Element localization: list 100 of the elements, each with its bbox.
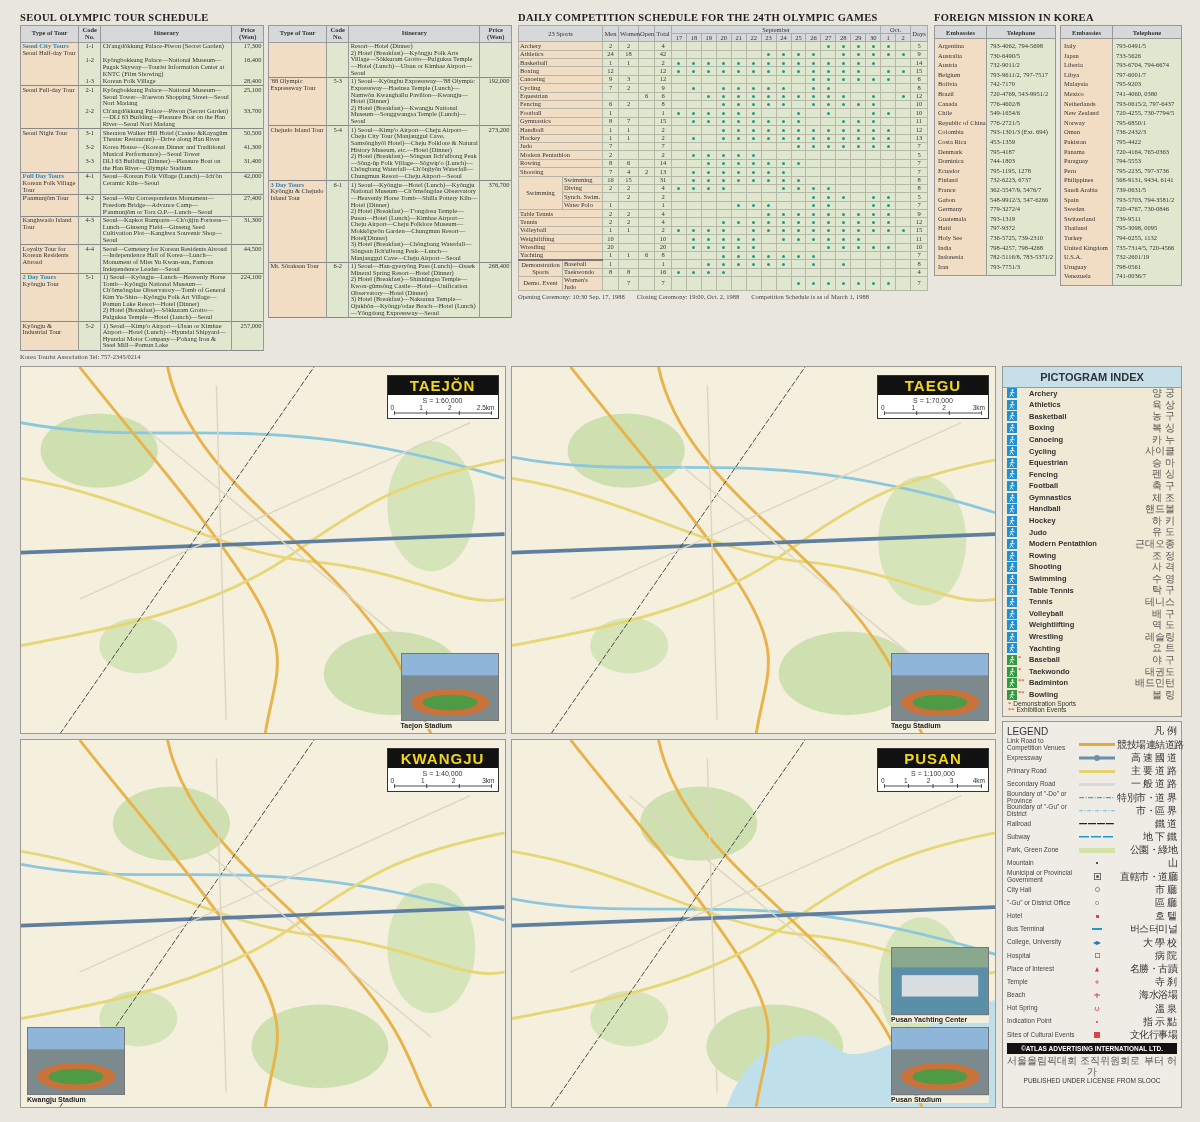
sport-pictogram-icon (1007, 643, 1017, 654)
legend-symbol-icon (1094, 1031, 1100, 1038)
legend-label-korean: 區 廳 (1154, 898, 1177, 908)
legend-label-korean: 海水浴場 (1138, 990, 1177, 1001)
sport-name-korean: 레슬링 (1144, 631, 1175, 642)
sport-pictogram-icon (1007, 654, 1017, 665)
sport-name-korean: 사이클 (1144, 446, 1175, 457)
sport-name-korean: 하 키 (1150, 515, 1175, 526)
map-title: KWANGJU (387, 749, 498, 769)
legend-label-korean: 文化行事場 (1128, 1029, 1177, 1040)
legend-label-korean: 一 般 道 路 (1129, 779, 1177, 790)
sport-pictogram-icon (1007, 550, 1017, 561)
sport-pictogram-icon (1007, 411, 1017, 422)
sport-name-korean: 육 상 (1150, 399, 1175, 410)
legend-label-korean: 主 要 道 路 (1129, 766, 1177, 777)
sport-pictogram-icon (1007, 446, 1017, 457)
sport-pictogram-icon (1007, 608, 1017, 619)
sport-name-korean: 핸드볼 (1144, 504, 1175, 515)
legend-label-korean: 鐵 道 (1154, 818, 1177, 829)
sport-name-korean: 역 도 (1150, 620, 1175, 631)
sport-name-korean: 볼 링 (1150, 689, 1175, 700)
panel-title-korean: 凡 例 (1153, 724, 1177, 739)
sport-pictogram-icon (1007, 689, 1017, 700)
legend-label-korean: 버스터미널 (1128, 924, 1177, 935)
legend-symbol-icon (1079, 796, 1115, 799)
sport-name-korean: 승 마 (1150, 457, 1175, 468)
legend-label-korean: 高 速 國 道 (1129, 752, 1177, 763)
license-text-korean: 서울올림픽대회 조직위원회로 부터 허가 (1007, 1055, 1177, 1078)
sport-name-korean: 체 조 (1150, 492, 1175, 503)
sport-name-korean: 유 도 (1150, 527, 1175, 538)
sport-pictogram-icon (1007, 434, 1017, 445)
legend-label-korean: 名勝・古蹟 (1128, 963, 1177, 974)
legend-symbol-icon (1079, 769, 1115, 773)
legend-label-korean: 市 廳 (1154, 884, 1177, 895)
sport-name-korean: 배 구 (1150, 608, 1175, 619)
map-title: PUSAN (878, 749, 988, 769)
sport-name-korean: 요 트 (1150, 643, 1175, 654)
legend-label-korean: 大 學 校 (1142, 937, 1177, 948)
sport-pictogram-icon (1007, 481, 1017, 492)
sport-pictogram-icon (1007, 504, 1017, 515)
sport-pictogram-icon (1007, 585, 1017, 596)
legend-label-korean: 地 下 鐵 (1142, 832, 1177, 843)
sport-name-korean: 양 궁 (1150, 388, 1175, 399)
sport-pictogram-icon (1007, 573, 1017, 584)
section-title: DAILY COMPETITION SCHEDULE FOR THE 24TH OLYMPIC GAMES (518, 12, 879, 23)
section-title: FOREIGN MISSION IN KOREA (934, 12, 1095, 23)
sport-name-korean: 농 구 (1150, 411, 1175, 422)
sport-name-korean: 수 영 (1150, 573, 1175, 584)
legend-label-korean: 호 텔 (1154, 911, 1177, 922)
legend-symbol-icon (1094, 953, 1100, 959)
sport-name-korean: 복 싱 (1150, 423, 1175, 434)
sport-pictogram-icon (1007, 678, 1017, 689)
sport-name-korean: 근대오종 (1134, 539, 1175, 549)
legend-label-korean: 直轄市・道廳 (1119, 871, 1177, 882)
sport-pictogram-icon (1007, 597, 1017, 607)
sport-pictogram-icon (1007, 399, 1017, 410)
legend-symbol-icon (1095, 901, 1099, 905)
sport-name-korean: 배드민턴 (1134, 678, 1175, 689)
map-title: TAEGU (878, 375, 988, 395)
panel-title: LEGEND (1007, 725, 1049, 737)
sport-name-korean: 야 구 (1150, 654, 1175, 665)
sport-pictogram-icon (1007, 492, 1017, 503)
legend-label-korean: 寺 刹 (1154, 977, 1177, 988)
sport-name-korean: 테니스 (1144, 597, 1175, 607)
sport-name-korean: 사 격 (1150, 562, 1175, 573)
sport-name-korean: 조 정 (1150, 550, 1175, 561)
legend-label-korean: 特別市・道 界 (1117, 792, 1177, 803)
legend-label-korean: 公園・綠地 (1128, 845, 1177, 856)
sport-pictogram-icon (1007, 423, 1017, 434)
sport-name-korean: 축 구 (1150, 481, 1175, 492)
legend-symbol-icon (1094, 887, 1100, 893)
legend-symbol-icon (1079, 754, 1115, 761)
sport-pictogram-icon (1007, 457, 1017, 468)
legend-label-korean: 溫 泉 (1154, 1003, 1177, 1014)
sport-name-korean: 태권도 (1144, 666, 1175, 677)
legend-symbol-icon (1079, 743, 1115, 747)
legend-symbol-icon (1093, 873, 1101, 881)
sport-pictogram-icon (1007, 539, 1017, 549)
map-title: TAEJŎN (387, 375, 498, 395)
legend-symbol-icon (1095, 980, 1099, 985)
sport-pictogram-icon (1007, 527, 1017, 538)
legend-label-korean: 指 示 點 (1142, 1016, 1177, 1027)
section-title: SEOUL OLYMPIC TOUR SCHEDULE (20, 12, 210, 23)
legend-label-korean: 競技場連結道路 (1117, 739, 1184, 750)
legend-label-korean: 市・區 界 (1135, 805, 1177, 816)
sport-pictogram-icon (1007, 562, 1017, 573)
sport-pictogram-icon (1007, 469, 1017, 480)
sport-pictogram-icon (1007, 388, 1017, 399)
legend-symbol-icon (1095, 914, 1099, 918)
sport-name-korean: 펜 싱 (1150, 469, 1175, 480)
sport-pictogram-icon (1007, 631, 1017, 642)
legend-label-korean: 山 (1166, 858, 1177, 869)
panel-title: PICTOGRAM INDEX (1003, 366, 1181, 388)
sport-name-korean: 카 누 (1150, 434, 1175, 445)
sport-pictogram-icon (1007, 515, 1017, 526)
sport-pictogram-icon (1007, 620, 1017, 631)
legend-symbol-icon (1079, 847, 1115, 853)
legend-symbol-icon (1095, 966, 1099, 972)
sport-pictogram-icon (1007, 666, 1017, 677)
sport-name-korean: 탁 구 (1150, 585, 1175, 596)
